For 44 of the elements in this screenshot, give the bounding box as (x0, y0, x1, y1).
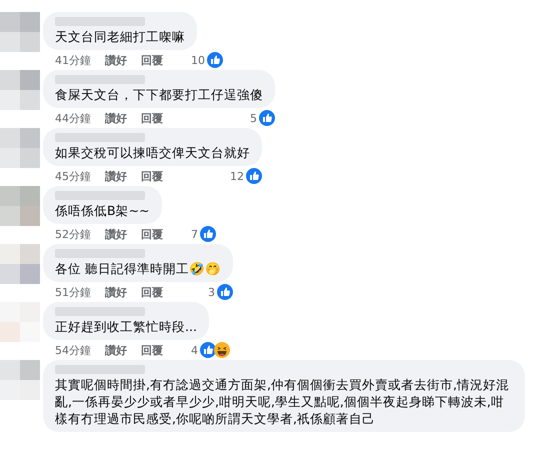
like-icon (200, 226, 216, 242)
like-link[interactable]: 讚好 (105, 226, 127, 242)
reply-link[interactable]: 回覆 (141, 168, 163, 184)
comment-text: 天文台同老細打工㗎嘛 (55, 28, 185, 45)
like-link[interactable]: 讚好 (105, 342, 127, 358)
blurred-avatar-icon (0, 128, 40, 168)
reply-link[interactable]: 回覆 (141, 110, 163, 126)
comment-time[interactable]: 44分鐘 (55, 110, 91, 126)
like-link[interactable]: 讚好 (105, 52, 127, 68)
comment-text: 食屎天文台，下下都要打工仔逞強傻 (55, 86, 263, 103)
comment-text: 如果交稅可以揀唔交俾天文台就好 (55, 144, 250, 161)
like-icon (216, 284, 233, 300)
like-icon (259, 110, 275, 126)
like-link[interactable]: 讚好 (105, 110, 127, 126)
comment-time[interactable]: 52分鐘 (55, 226, 91, 242)
reaction-count[interactable]: 7 (191, 228, 198, 240)
reaction-count[interactable]: 3 (208, 286, 215, 298)
blurred-avatar-icon (0, 360, 40, 400)
reaction-count[interactable]: 4 (191, 344, 198, 356)
blurred-avatar-icon (0, 70, 40, 110)
comment-text: 各位 聽日記得準時開工🤣🤭 (55, 260, 221, 277)
comment-text: 正好趕到收工繁忙時段... (55, 318, 197, 335)
reply-link[interactable]: 回覆 (141, 226, 163, 242)
blurred-avatar-icon (0, 186, 40, 226)
comment-time[interactable]: 41分鐘 (55, 52, 91, 68)
like-link[interactable]: 讚好 (105, 284, 127, 300)
comment-text: 係唔係低B架~~ (55, 202, 150, 219)
blurred-avatar-icon (0, 244, 40, 284)
like-icon (207, 52, 223, 68)
laughing-face-icon (214, 342, 230, 358)
reply-link[interactable]: 回覆 (141, 342, 163, 358)
reply-link[interactable]: 回覆 (141, 52, 163, 68)
like-icon (200, 342, 216, 358)
reaction-count[interactable]: 5 (250, 112, 257, 124)
comment-time[interactable]: 54分鐘 (55, 342, 91, 358)
comment-time[interactable]: 45分鐘 (55, 168, 91, 184)
like-icon (246, 168, 262, 184)
reply-link[interactable]: 回覆 (141, 284, 163, 300)
like-link[interactable]: 讚好 (105, 168, 127, 184)
reaction-count[interactable]: 10 (191, 54, 205, 66)
blurred-avatar-icon (0, 12, 40, 52)
comment-text: 其實呢個時間掛,有冇諗過交通方面架,仲有個個衝去買外賣或者去街市,情況好混亂,一係再晏少少或者早少少,咁明天呢,學生又點呢,個個半夜起身睇下轉波未,咁樣有冇理過市民感受,你呢啲所謂天文學者,祇係顧著自己 (55, 376, 510, 427)
reaction-count[interactable]: 12 (230, 170, 244, 182)
comment-time[interactable]: 51分鐘 (55, 284, 91, 300)
